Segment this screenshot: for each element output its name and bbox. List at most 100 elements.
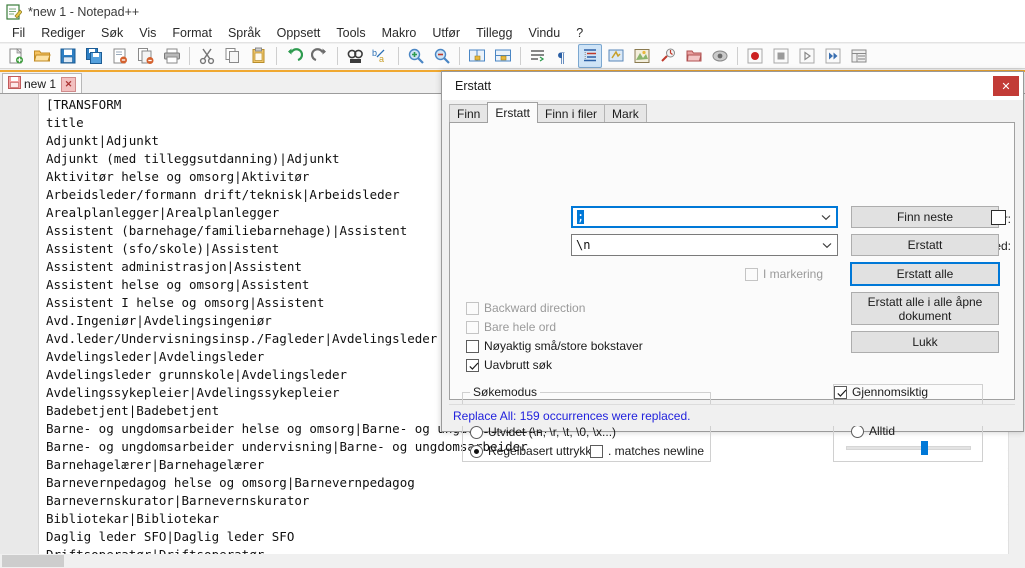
code-line[interactable]: Daglig leder SFO|Daglig leder SFO [46,528,294,546]
replace-icon[interactable]: ba [369,44,393,68]
transparency-checkbox[interactable]: Gjennomsiktig [834,385,932,399]
function-list-icon[interactable] [656,44,680,68]
cut-icon[interactable] [195,44,219,68]
code-line[interactable]: [TRANSFORM [46,96,121,114]
code-line[interactable]: Adjunkt|Adjunkt [46,132,159,150]
dot-matches-newline-checkbox[interactable]: . matches newline [590,444,704,458]
sync-vertical-scroll-icon[interactable] [465,44,489,68]
menu-tillegg[interactable]: Tillegg [468,25,520,41]
menu-rediger[interactable]: Rediger [33,25,93,41]
indent-guide-icon[interactable] [578,44,602,68]
tab-finn[interactable]: Finn [449,104,489,123]
document-tab-label: new 1 [24,77,57,91]
chevron-down-icon[interactable] [817,235,837,255]
close-button[interactable]: Lukk [851,331,999,353]
code-line[interactable]: title [46,114,84,132]
folder-as-workspace-icon[interactable] [682,44,706,68]
horizontal-scrollbar-thumb[interactable] [2,555,64,567]
replace-all-button[interactable]: Erstatt alle [850,262,1000,286]
code-line[interactable]: Arealplanlegger|Arealplanlegger [46,204,279,222]
menu-fil[interactable]: Fil [4,25,33,41]
menu-format[interactable]: Format [164,25,220,41]
run-macro-multiple-icon[interactable] [821,44,845,68]
transparency-always[interactable]: Alltid [851,424,895,438]
code-line[interactable]: Avd.Ingeniør|Avdelingsingeniør [46,312,272,330]
zoom-out-icon[interactable] [430,44,454,68]
user-defined-language-icon[interactable] [604,44,628,68]
menu-utfor[interactable]: Utfør [424,25,468,41]
record-macro-icon[interactable] [743,44,767,68]
menu-tools[interactable]: Tools [328,25,373,41]
code-line[interactable]: Assistent administrasjon|Assistent [46,258,302,276]
code-line[interactable]: Barnevernskurator|Barnevernskurator [46,492,309,510]
toolbar: ba ¶ [0,44,1025,69]
code-line[interactable]: Adjunkt (med tilleggsutdanning)|Adjunkt [46,150,340,168]
status-message: Replace All: 159 occurrences were replac… [449,404,1015,426]
open-file-icon[interactable] [30,44,54,68]
slider-thumb[interactable] [920,441,928,455]
save-macro-icon[interactable] [847,44,871,68]
in-selection-checkbox[interactable]: I markering [745,267,823,281]
code-line[interactable]: Badebetjent|Badebetjent [46,402,219,420]
new-file-icon[interactable] [4,44,28,68]
search-mode-regex[interactable]: Regelbasert uttrykk [470,444,591,458]
code-line[interactable]: Bibliotekar|Bibliotekar [46,510,219,528]
menu-help[interactable]: ? [568,25,591,41]
replace-input[interactable]: \n [571,234,838,256]
monitoring-icon[interactable] [708,44,732,68]
menu-vis[interactable]: Vis [131,25,164,41]
show-all-characters-icon[interactable]: ¶ [552,44,576,68]
menu-sok[interactable]: Søk [93,25,131,41]
menu-makro[interactable]: Makro [374,25,425,41]
code-line[interactable]: Avdelingsleder grunnskole|Avdelingsleder [46,366,347,384]
zoom-in-icon[interactable] [404,44,428,68]
code-line[interactable]: Assistent (sfo/skole)|Assistent [46,240,279,258]
replace-button[interactable]: Erstatt [851,234,999,256]
wrap-around-checkbox[interactable]: Uavbrutt søk [466,358,552,372]
play-macro-icon[interactable] [795,44,819,68]
code-line[interactable]: Avdelingssykepleier|Avdelingssykepleier [46,384,340,402]
code-line[interactable]: Arbeidsleder/formann drift/teknisk|Arbei… [46,186,400,204]
match-case-checkbox[interactable]: Nøyaktig små/store bokstaver [466,339,643,353]
tab-mark[interactable]: Mark [604,104,647,123]
find-icon[interactable] [343,44,367,68]
close-icon[interactable]: ✕ [61,76,77,92]
print-icon[interactable] [160,44,184,68]
replace-all-open-docs-button[interactable]: Erstatt alle i alle åpne dokument [851,292,999,325]
find-next-button[interactable]: Finn neste [851,206,999,228]
search-mode-extended[interactable]: Utvidet (\n, \r, \t, \0, \x...) [470,425,616,439]
close-file-icon[interactable] [108,44,132,68]
search-input[interactable]: ; [571,206,838,228]
document-tab-new1[interactable]: new 1 ✕ [2,73,83,94]
menu-vindu[interactable]: Vindu [520,25,568,41]
code-line[interactable]: Barnehagelærer|Barnehagelærer [46,456,264,474]
search-in-all-checkbox[interactable] [991,210,1011,225]
code-line[interactable]: Assistent I helse og omsorg|Assistent [46,294,324,312]
code-line[interactable]: Assistent helse og omsorg|Assistent [46,276,309,294]
chevron-down-icon[interactable] [816,208,836,226]
transparency-slider[interactable] [846,441,971,455]
word-wrap-icon[interactable] [526,44,550,68]
save-icon[interactable] [56,44,80,68]
code-line[interactable]: Assistent (barnehage/familiebarnehage)|A… [46,222,407,240]
tab-finn-i-filer[interactable]: Finn i filer [537,104,606,123]
undo-icon[interactable] [282,44,306,68]
code-line[interactable]: Aktivitør helse og omsorg|Aktivitør [46,168,309,186]
code-line[interactable]: Barnevernpedagog helse og omsorg|Barneve… [46,474,415,492]
document-map-icon[interactable] [630,44,654,68]
paste-icon[interactable] [247,44,271,68]
close-icon[interactable]: ✕ [993,76,1019,96]
redo-icon[interactable] [308,44,332,68]
tab-erstatt[interactable]: Erstatt [487,102,539,123]
copy-icon[interactable] [221,44,245,68]
menu-sprak[interactable]: Språk [220,25,269,41]
sync-horizontal-scroll-icon[interactable] [491,44,515,68]
stop-recording-icon[interactable] [769,44,793,68]
save-all-icon[interactable] [82,44,106,68]
horizontal-scrollbar[interactable] [0,554,1009,568]
menu-oppsett[interactable]: Oppsett [269,25,329,41]
code-line[interactable]: Avdelingsleder|Avdelingsleder [46,348,264,366]
close-all-icon[interactable] [134,44,158,68]
code-line[interactable]: Barne- og ungdomsarbeider undervisning|B… [46,438,528,456]
code-line[interactable]: Avd.leder/Undervisningsinsp./Fagleder|Av… [46,330,437,348]
